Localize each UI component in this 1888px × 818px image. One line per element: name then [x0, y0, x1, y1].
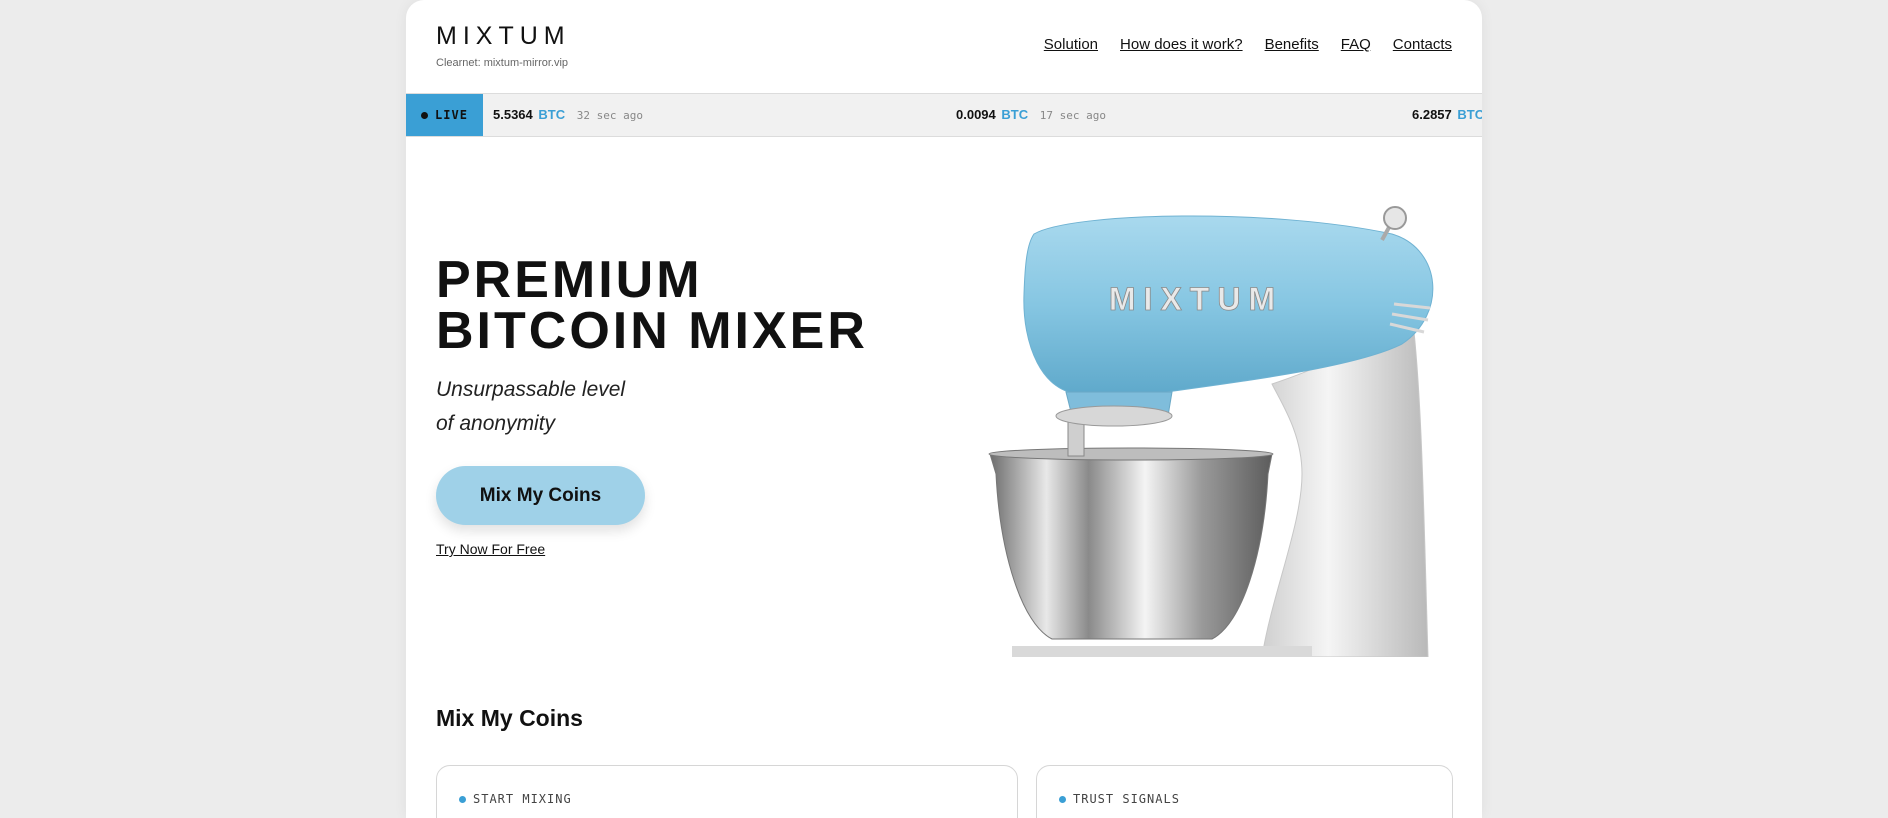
card-label-text: TRUST SIGNALS — [1073, 792, 1180, 806]
live-badge: LIVE — [406, 94, 483, 136]
ticker-item: 0.0094 BTC 17 sec ago — [956, 107, 1106, 122]
ticker-time: 32 sec ago — [576, 109, 643, 122]
clearnet-address: Clearnet: mixtum-mirror.vip — [436, 57, 569, 69]
nav-link-solution[interactable]: Solution — [1044, 36, 1098, 53]
ticker-unit: BTC — [538, 107, 566, 122]
card-label: TRUST SIGNALS — [1059, 792, 1180, 806]
hero-title-line2: BITCOIN MIXER — [436, 302, 868, 360]
nav-link-contacts[interactable]: Contacts — [1393, 36, 1452, 53]
card-label: START MIXING — [459, 792, 572, 806]
ticker-item: 5.5364 BTC 32 sec ago — [493, 107, 643, 122]
hero-title-line1: PREMIUM — [436, 251, 703, 309]
main-nav: Solution How does it work? Benefits FAQ … — [1044, 36, 1452, 53]
live-label: LIVE — [435, 108, 468, 122]
bullet-dot-icon — [1059, 795, 1066, 803]
bullet-dot-icon — [459, 795, 466, 803]
hero-subtitle: Unsurpassable level of anonymity — [436, 373, 625, 441]
nav-link-benefits[interactable]: Benefits — [1265, 36, 1319, 53]
ticker-time: 17 sec ago — [1039, 109, 1106, 122]
mixer-brand-text: MIXTUM — [1109, 281, 1283, 317]
start-mixing-card: START MIXING — [436, 765, 1018, 818]
nav-link-how-it-works[interactable]: How does it work? — [1120, 36, 1243, 53]
ticker-amount: 5.5364 — [493, 107, 533, 122]
hero-subtitle-line2: of anonymity — [436, 412, 556, 435]
site-logo[interactable]: MIXTUM — [436, 22, 571, 51]
live-dot-icon — [421, 111, 429, 119]
page-container: MIXTUM Clearnet: mixtum-mirror.vip Solut… — [406, 0, 1482, 818]
try-now-link[interactable]: Try Now For Free — [436, 541, 545, 557]
nav-link-faq[interactable]: FAQ — [1341, 36, 1371, 53]
ticker-item: 6.2857 BTC — [1412, 107, 1482, 122]
ticker-amount: 0.0094 — [956, 107, 996, 122]
mix-my-coins-button[interactable]: Mix My Coins — [436, 466, 645, 525]
mixer-illustration: MIXTUM — [972, 194, 1458, 657]
site-header: MIXTUM Clearnet: mixtum-mirror.vip Solut… — [406, 0, 1482, 92]
card-label-text: START MIXING — [473, 792, 572, 806]
ticker-unit: BTC — [1457, 107, 1482, 122]
ticker-unit: BTC — [1001, 107, 1029, 122]
live-ticker: LIVE 5.5364 BTC 32 sec ago 0.0094 BTC 17… — [406, 93, 1482, 137]
hero-title: PREMIUM BITCOIN MIXER — [436, 254, 868, 360]
hero-subtitle-line1: Unsurpassable level — [436, 378, 626, 401]
trust-signals-card: TRUST SIGNALS — [1036, 765, 1453, 818]
ticker-amount: 6.2857 — [1412, 107, 1452, 122]
section-title: Mix My Coins — [436, 705, 583, 731]
